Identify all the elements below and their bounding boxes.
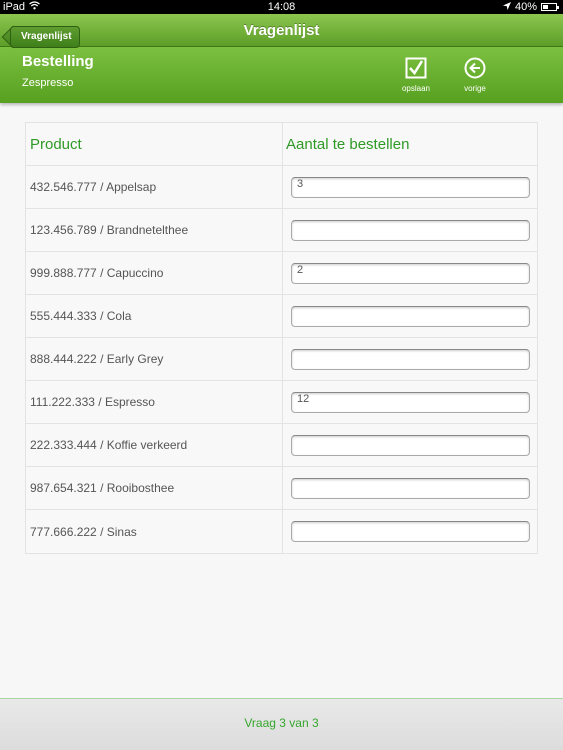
table-row: 888.444.222 / Early Grey: [26, 338, 537, 381]
quantity-cell: [283, 209, 537, 251]
navigation-bar: Vragenlijst Vragenlijst: [0, 14, 563, 48]
section-subtitle: Zespresso: [22, 77, 74, 89]
battery-percent: 40%: [514, 1, 537, 13]
table-row: 111.222.333 / Espresso: [26, 381, 537, 424]
product-name: 111.222.333 / Espresso: [26, 381, 283, 423]
table-row: 777.666.222 / Sinas: [26, 510, 537, 553]
quantity-cell: [283, 295, 537, 337]
column-header-quantity: Aantal te bestellen: [286, 135, 410, 153]
order-table: Product Aantal te bestellen 432.546.777 …: [25, 122, 538, 554]
quantity-input[interactable]: [291, 391, 530, 413]
battery-level: [543, 5, 549, 9]
table-row: 222.333.444 / Koffie verkeerd: [26, 424, 537, 467]
save-label: opslaan: [401, 84, 431, 93]
quantity-input[interactable]: [291, 176, 530, 198]
product-name: 555.444.333 / Cola: [26, 295, 283, 337]
quantity-input[interactable]: [291, 477, 530, 499]
quantity-input[interactable]: [291, 219, 530, 241]
quantity-input[interactable]: [291, 434, 530, 456]
product-name: 222.333.444 / Koffie verkeerd: [26, 424, 283, 466]
column-header-product: Product: [26, 123, 283, 165]
product-name: 432.546.777 / Appelsap: [26, 166, 283, 208]
quantity-cell: [283, 510, 537, 553]
back-button[interactable]: Vragenlijst: [10, 26, 80, 48]
status-bar: iPad 14:08 40%: [0, 0, 563, 14]
section-title: Bestelling: [22, 53, 94, 70]
quantity-cell: [283, 467, 537, 509]
circle-arrow-left-icon: [450, 57, 500, 79]
table-row: 999.888.777 / Capuccino: [26, 252, 537, 295]
product-name: 123.456.789 / Brandnetelthee: [26, 209, 283, 251]
quantity-cell: [283, 166, 537, 208]
quantity-cell: [283, 338, 537, 380]
location-arrow-icon: [502, 0, 511, 14]
table-row: 123.456.789 / Brandnetelthee: [26, 209, 537, 252]
quantity-input[interactable]: [291, 521, 530, 542]
battery-icon: [541, 3, 559, 11]
checkbox-icon: [391, 57, 441, 79]
quantity-input[interactable]: [291, 348, 530, 370]
product-name: 999.888.777 / Capuccino: [26, 252, 283, 294]
table-row: 432.546.777 / Appelsap: [26, 166, 537, 209]
question-progress: Vraag 3 van 3: [244, 716, 319, 730]
quantity-cell: [283, 381, 537, 423]
quantity-input[interactable]: [291, 262, 530, 284]
save-button[interactable]: opslaan: [391, 57, 441, 93]
section-header: Bestelling Zespresso opslaan vorige: [0, 47, 563, 103]
previous-button[interactable]: vorige: [450, 57, 500, 93]
previous-label: vorige: [464, 84, 486, 93]
product-name: 777.666.222 / Sinas: [26, 510, 283, 553]
page-title: Vragenlijst: [243, 22, 320, 39]
quantity-cell: [283, 424, 537, 466]
table-row: 555.444.333 / Cola: [26, 295, 537, 338]
table-row: 987.654.321 / Rooibosthee: [26, 467, 537, 510]
table-header: Product Aantal te bestellen: [26, 123, 537, 166]
clock: 14:08: [267, 1, 296, 13]
quantity-cell: [283, 252, 537, 294]
product-name: 987.654.321 / Rooibosthee: [26, 467, 283, 509]
product-name: 888.444.222 / Early Grey: [26, 338, 283, 380]
footer-bar: Vraag 3 van 3: [0, 698, 563, 750]
quantity-input[interactable]: [291, 305, 530, 327]
